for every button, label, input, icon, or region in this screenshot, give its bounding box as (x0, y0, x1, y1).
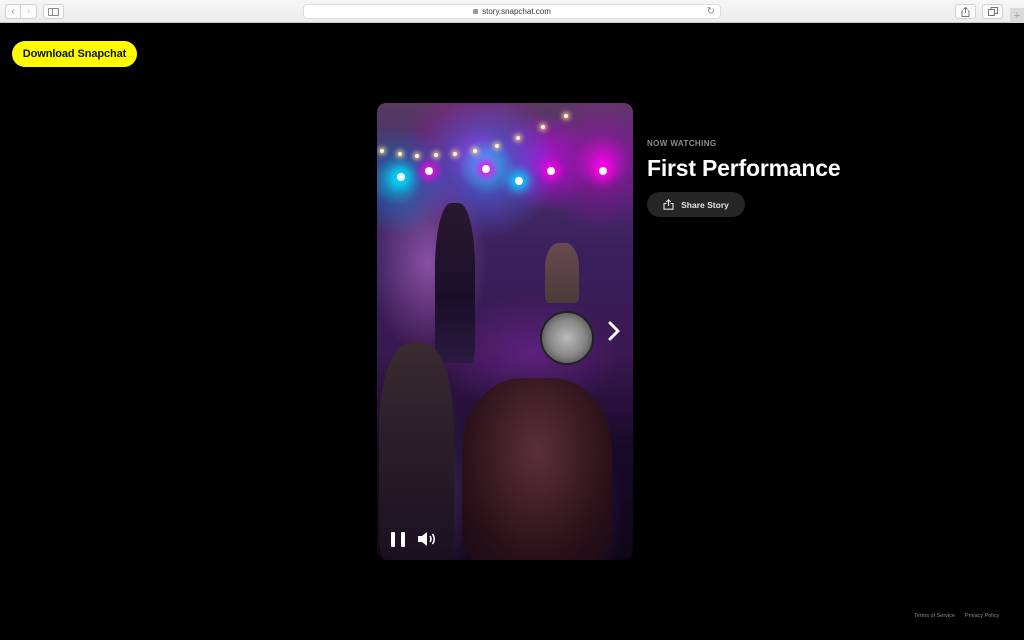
privacy-link[interactable]: Privacy Policy (965, 613, 999, 619)
audience-member (379, 343, 454, 560)
chevron-right-icon (608, 321, 620, 341)
share-story-label: Share Story (681, 199, 729, 210)
url-text: story.snapchat.com (482, 7, 551, 16)
terms-link[interactable]: Terms of Service (914, 613, 955, 619)
download-snapchat-button[interactable]: Download Snapchat (12, 41, 137, 67)
address-bar[interactable]: story.snapchat.com ↻ (303, 4, 721, 19)
plus-icon: + (1013, 9, 1021, 22)
sidebar-toggle-button[interactable] (43, 4, 64, 19)
reload-icon[interactable]: ↻ (707, 6, 715, 17)
tabs-icon (987, 7, 998, 16)
forward-button[interactable]: › (21, 4, 37, 19)
sidebar-icon (48, 7, 59, 16)
chevron-left-icon: ‹ (11, 5, 15, 17)
browser-share-button[interactable] (955, 4, 976, 19)
share-icon (663, 199, 674, 210)
player-controls (391, 531, 437, 547)
story-video-player[interactable] (377, 103, 633, 560)
now-watching-label: NOW WATCHING (647, 139, 717, 148)
drummer (545, 243, 579, 303)
lock-icon (473, 9, 479, 14)
next-snap-button[interactable] (606, 320, 622, 342)
bass-drum (540, 311, 594, 365)
share-story-button[interactable]: Share Story (647, 192, 745, 217)
stage-lights (377, 103, 633, 185)
story-title: First Performance (647, 155, 841, 181)
pause-button[interactable] (391, 531, 405, 547)
share-icon (961, 6, 970, 17)
chevron-right-icon: › (26, 5, 31, 17)
back-button[interactable]: ‹ (5, 4, 21, 19)
show-tabs-button[interactable] (982, 4, 1003, 19)
new-tab-button[interactable]: + (1010, 8, 1024, 23)
browser-toolbar: ‹ › story.snapchat.com ↻ + (0, 0, 1024, 23)
audience-member (462, 378, 612, 560)
guitarist (435, 203, 475, 363)
volume-button[interactable] (417, 531, 437, 547)
